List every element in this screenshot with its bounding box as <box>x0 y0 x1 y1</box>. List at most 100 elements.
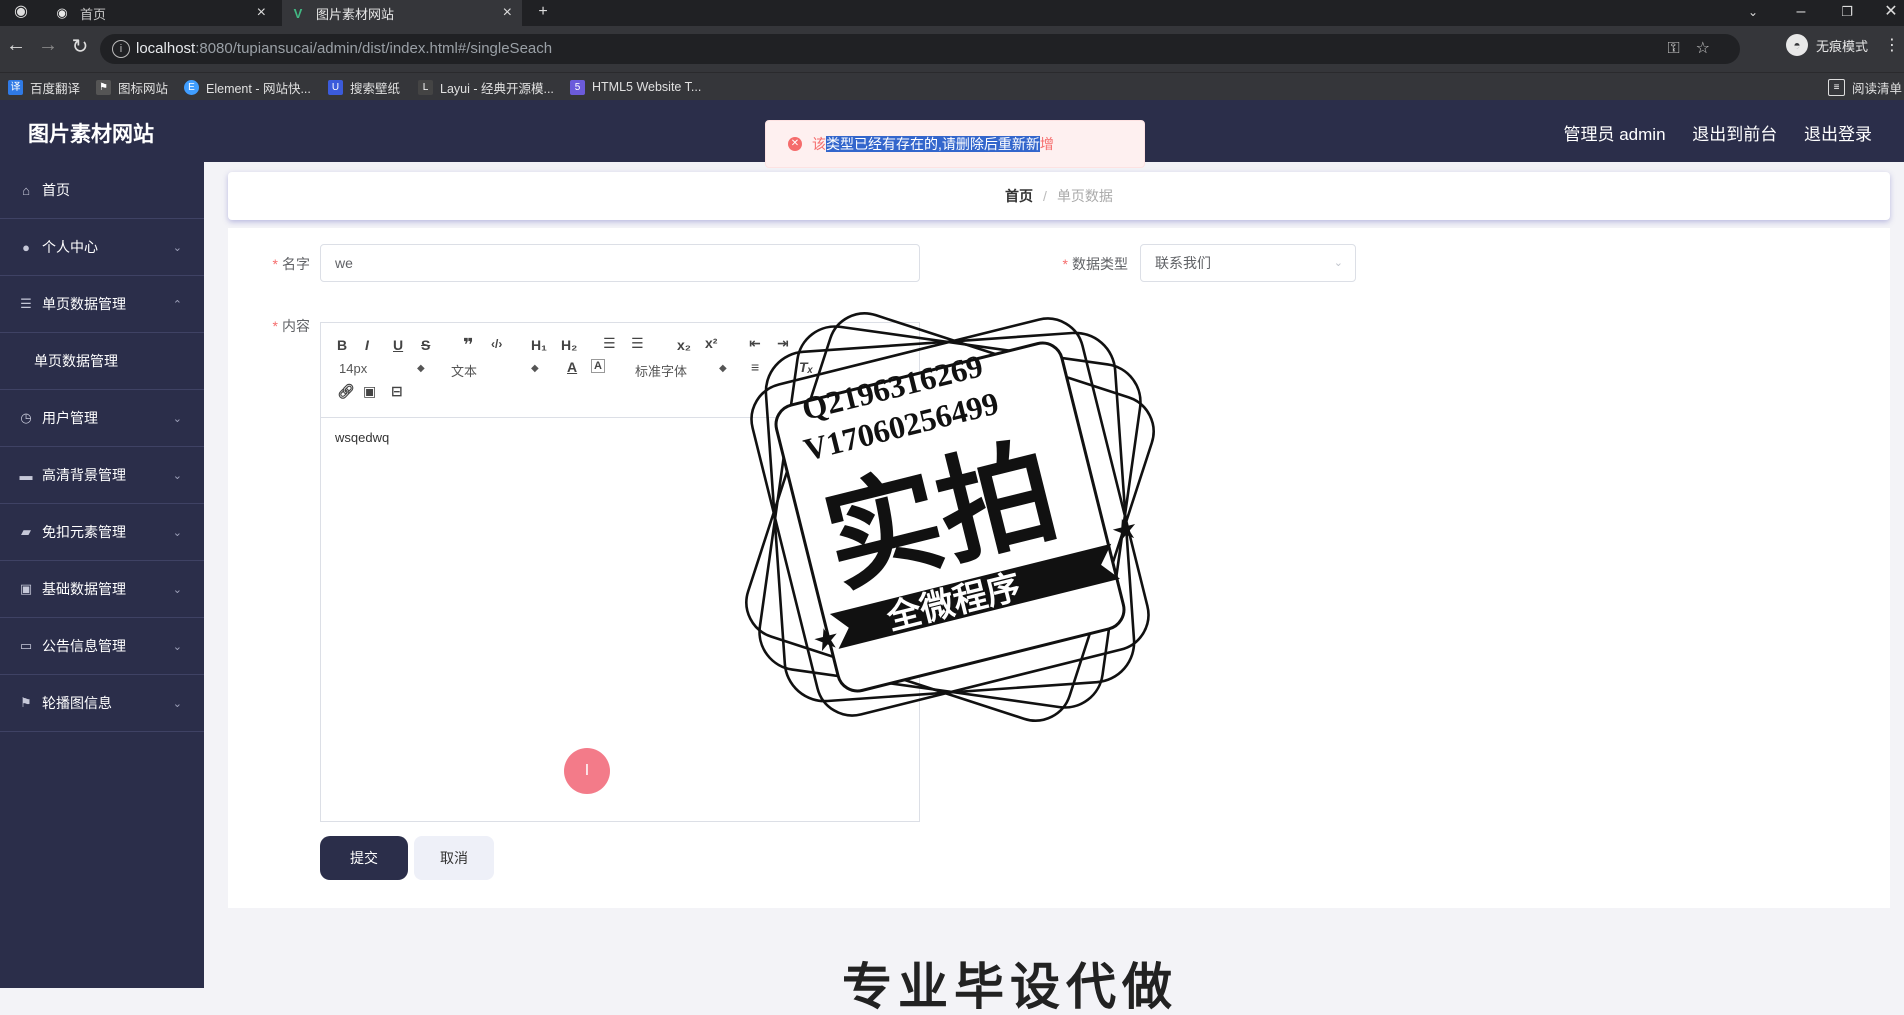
quote-icon[interactable]: ❞ <box>463 335 474 356</box>
restore-icon[interactable]: ❐ <box>1832 0 1862 26</box>
list-icon: ☰ <box>20 296 32 311</box>
type-select[interactable]: 联系我们 ⌄ <box>1140 244 1356 282</box>
monitor-icon: ▬ <box>19 467 33 483</box>
chevron-down-icon: ⌄ <box>172 241 182 254</box>
breadcrumb: 首页 / 单页数据 <box>228 172 1890 220</box>
layui-icon: L <box>418 79 433 95</box>
video-icon[interactable]: ⊟ <box>391 383 403 400</box>
breadcrumb-separator: / <box>1043 188 1047 204</box>
ordered-list-icon[interactable]: ☰ <box>603 335 616 352</box>
bg-color-icon[interactable]: A <box>591 359 605 373</box>
name-label: * 名字 <box>272 256 310 272</box>
new-tab-icon[interactable]: + <box>528 0 558 26</box>
sidebar-item-basic-data[interactable]: ▣ 基础数据管理 ⌄ <box>0 561 204 618</box>
bookmark-item[interactable]: 5 HTML5 Website T... <box>570 73 701 101</box>
bookmark-item[interactable]: E Element - 网站快... <box>184 73 311 101</box>
bookmark-item[interactable]: U 搜索壁纸 <box>328 73 400 101</box>
click-indicator: I <box>564 748 610 794</box>
sidebar-subitem-single-page[interactable]: 单页数据管理 <box>0 333 204 390</box>
font-family-select[interactable]: 标准字体 ◆ <box>635 361 727 380</box>
sidebar-item-carousel[interactable]: ⚑ 轮播图信息 ⌄ <box>0 675 204 732</box>
submit-button[interactable]: 提交 <box>320 836 408 880</box>
strike-icon[interactable]: S <box>421 337 430 353</box>
wallpaper-icon: U <box>328 79 343 95</box>
content-label: * 内容 <box>272 318 310 334</box>
cancel-button[interactable]: 取消 <box>414 836 494 880</box>
bookmark-item[interactable]: ⚑ 图标网站 <box>96 73 168 101</box>
bold-icon[interactable]: B <box>337 337 347 353</box>
bottom-overlay-text: 专业毕设代做 <box>842 959 1178 1015</box>
sidebar-item-single-page[interactable]: ☰ 单页数据管理 ⌃ <box>0 276 204 333</box>
forward-icon[interactable]: → <box>36 34 60 57</box>
close-window-icon[interactable]: ✕ <box>1876 0 1904 26</box>
sidebar-item-hd-bg[interactable]: ▬ 高清背景管理 ⌄ <box>0 447 204 504</box>
block-format-select[interactable]: 文本 ◆ <box>451 361 539 380</box>
key-star-icons[interactable]: ⚿☆ <box>1667 38 1726 58</box>
sidebar-item-elements[interactable]: ▰ 免扣元素管理 ⌄ <box>0 504 204 561</box>
text-color-icon[interactable]: A <box>567 359 577 375</box>
browser-tab-bar: ◉ ◉ 首页 × V 图片素材网站 × + ⌄ – ❐ ✕ <box>0 0 1904 26</box>
reload-icon[interactable]: ↻ <box>68 34 92 59</box>
flag-icon: ⚑ <box>20 695 32 710</box>
ticket-icon: ▰ <box>21 524 31 539</box>
message-icon: ▭ <box>19 638 33 653</box>
chevron-down-icon: ⌄ <box>172 412 182 425</box>
reading-list[interactable]: ≡ 阅读清单 <box>1828 73 1902 101</box>
url-bar[interactable]: i localhost:8080/tupiansucai/admin/dist/… <box>100 34 1740 64</box>
close-tab-icon[interactable]: × <box>503 4 512 22</box>
image-icon[interactable]: ▣ <box>363 383 376 400</box>
chevron-up-icon: ⌃ <box>172 298 182 311</box>
tab-search-icon[interactable]: ⌄ <box>1738 0 1768 26</box>
font-size-select[interactable]: 14px ◆ <box>339 361 425 376</box>
bookmark-item[interactable]: L Layui - 经典开源模... <box>418 73 554 101</box>
user-icon: ● <box>22 239 30 255</box>
chevron-down-icon: ⌄ <box>172 640 182 653</box>
bullet-list-icon[interactable]: ☰ <box>631 335 644 352</box>
h2-icon[interactable]: H₂ <box>561 337 577 353</box>
tab-label: 图片素材网站 <box>316 6 395 22</box>
site-title: 图片素材网站 <box>28 123 154 146</box>
sidebar-item-users[interactable]: ◷ 用户管理 ⌄ <box>0 390 204 447</box>
back-to-front-link[interactable]: 退出到前台 <box>1692 125 1777 144</box>
sidebar-item-home[interactable]: ⌂ 首页 <box>0 162 204 219</box>
chevron-down-icon: ⌄ <box>172 583 182 596</box>
bookmark-item[interactable]: 译百度翻译 <box>8 73 80 101</box>
underline-icon[interactable]: U <box>393 337 403 353</box>
sidebar-item-profile[interactable]: ● 个人中心 ⌄ <box>0 219 204 276</box>
html5-icon: 5 <box>570 79 585 95</box>
link-icon[interactable]: 🔗︎ <box>337 383 355 400</box>
subscript-icon[interactable]: x₂ <box>677 337 691 353</box>
home-icon: ⌂ <box>22 182 30 198</box>
header-links: 管理员 admin 退出到前台 退出登录 <box>1542 120 1873 145</box>
clock-icon: ◷ <box>20 410 32 425</box>
bookmarks-bar: 译百度翻译 ⚑ 图标网站 E Element - 网站快... U 搜索壁纸 L Lay… <box>0 72 1904 101</box>
url-text: localhost:8080/tupiansucai/admin/dist/in… <box>136 40 553 57</box>
incognito-badge[interactable]: ◓ 无痕模式 ⋮ <box>1786 34 1900 56</box>
back-icon[interactable]: ← <box>4 34 28 57</box>
name-input[interactable]: we <box>320 244 920 282</box>
code-icon[interactable]: ‹/› <box>491 337 502 351</box>
vue-icon: V <box>293 5 303 21</box>
h1-icon[interactable]: H₁ <box>531 337 547 353</box>
minimize-icon[interactable]: – <box>1786 0 1816 26</box>
breadcrumb-current: 单页数据 <box>1056 188 1113 204</box>
error-toast: ✕ 该类型已经有存在的,请删除后重新新增 <box>765 120 1145 168</box>
italic-icon[interactable]: I <box>365 337 369 353</box>
reading-list-icon: ≡ <box>1828 78 1845 96</box>
flag-icon: ⚑ <box>96 79 111 95</box>
info-icon[interactable]: i <box>112 40 130 58</box>
toast-message: 该类型已经有存在的,请删除后重新新增 <box>812 136 1054 152</box>
watermark-stamp: Q2196316269 V17060256499 实拍 全微程序 ★ ★ <box>745 312 1155 722</box>
tab-active[interactable]: V 图片素材网站 × <box>282 0 522 26</box>
close-tab-icon[interactable]: × <box>257 4 266 22</box>
logout-link[interactable]: 退出登录 <box>1804 125 1872 144</box>
tab-label: 首页 <box>80 6 107 22</box>
error-icon: ✕ <box>788 137 802 151</box>
tab-home[interactable]: ◉ 首页 × <box>46 0 276 26</box>
breadcrumb-home[interactable]: 首页 <box>1005 186 1033 206</box>
more-menu-icon[interactable]: ⋮ <box>1884 35 1900 55</box>
sidebar-item-notice[interactable]: ▭ 公告信息管理 ⌄ <box>0 618 204 675</box>
star-icon: ★ <box>1108 511 1142 550</box>
browser-menu-icon[interactable]: ◉ <box>6 0 36 26</box>
admin-label: 管理员 admin <box>1563 125 1666 144</box>
